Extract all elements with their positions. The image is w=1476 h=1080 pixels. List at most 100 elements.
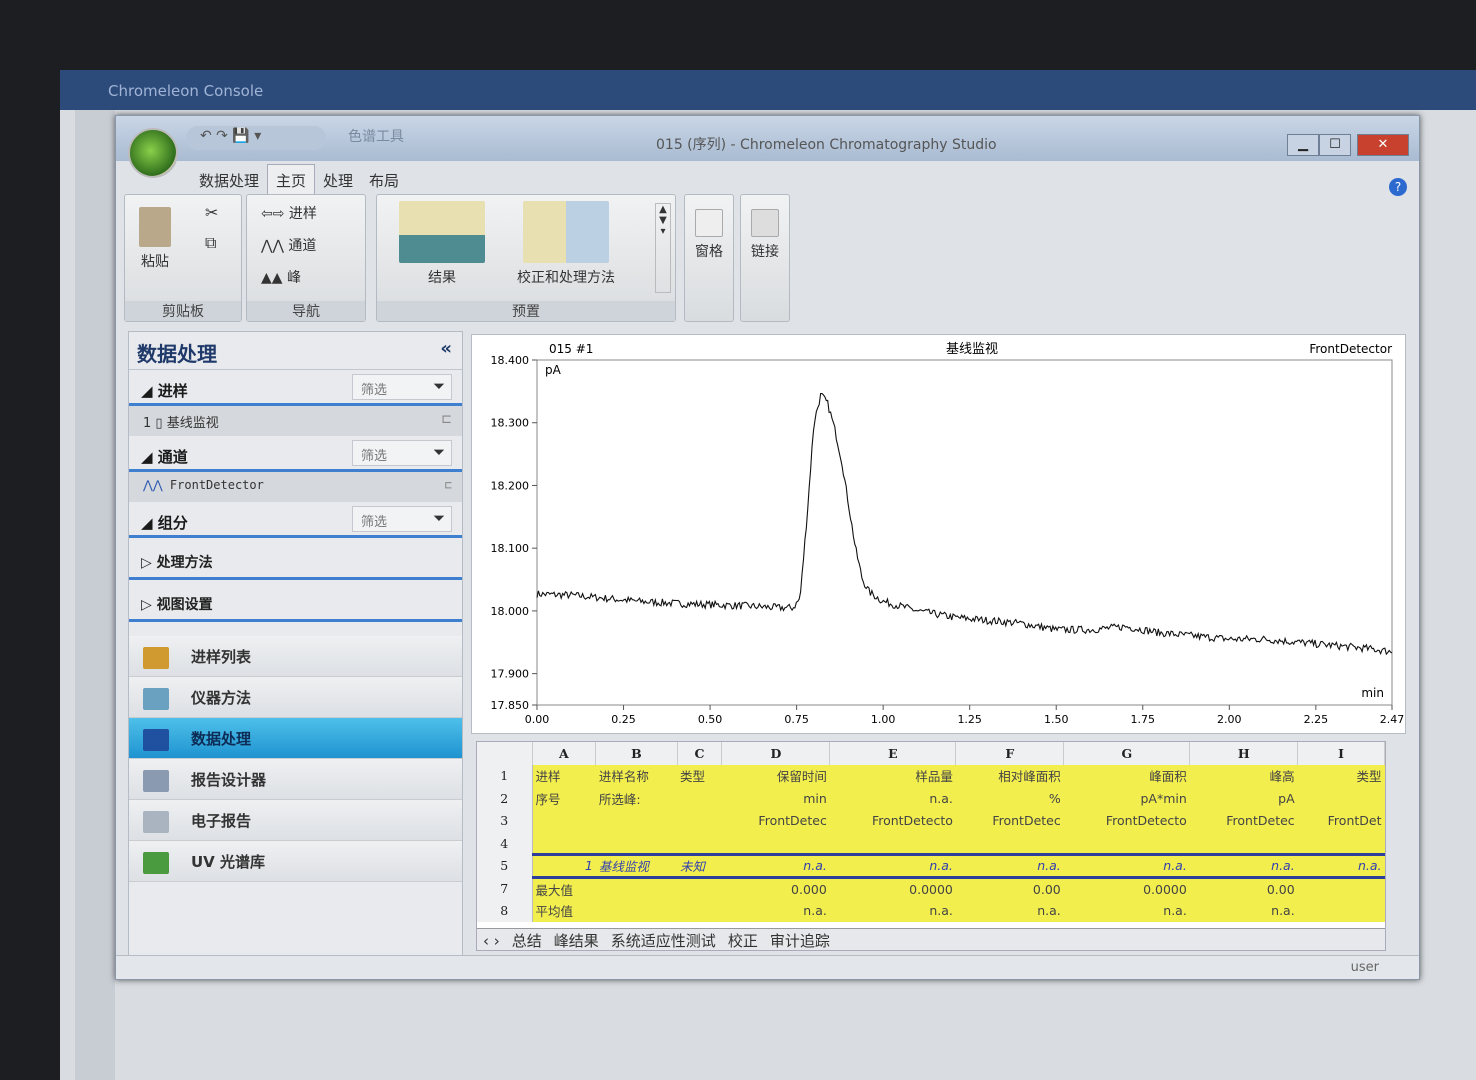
table-cell[interactable]: 类型 [677,764,722,787]
table-cell[interactable]: 峰面积 [1063,764,1190,787]
table-cell[interactable]: 峰高 [1189,764,1298,787]
cut-icon[interactable]: ✂ [205,203,218,222]
table-row[interactable]: 2 序号 所选峰: min n.a.% pA*min pA [477,787,1385,810]
table-cell[interactable] [1297,832,1385,855]
table-cell[interactable]: 保留时间 [721,764,830,787]
table-cell[interactable] [1063,832,1190,855]
tab-home[interactable]: 主页 [267,164,316,196]
results-preset-button[interactable]: 结果 [399,201,485,287]
table-cell[interactable]: n.a. [955,853,1064,879]
sheet-tab[interactable]: 校正 [728,932,758,950]
table-cell[interactable] [677,832,722,855]
table-cell[interactable]: min [721,787,830,810]
section-view-settings[interactable]: ▷ 视图设置 [129,580,462,622]
injection-item[interactable]: 1 ▯ 基线监视 ⊏ [129,406,462,436]
table-cell[interactable] [595,899,678,922]
table-cell[interactable]: 1 [532,853,596,879]
table-cell[interactable]: % [955,787,1064,810]
channel-filter[interactable]: 筛选 ⏷ [352,440,452,466]
table-cell[interactable]: 0.00 [955,877,1064,900]
table-cell[interactable]: n.a. [721,899,830,922]
preset-scroll[interactable]: ▲ ▼ ▾ [655,203,671,293]
table-cell[interactable]: 类型 [1297,764,1385,787]
quick-access-toolbar[interactable]: ↶ ↷ 💾 ▾ [186,126,326,150]
tab-processing[interactable]: 处理 [315,165,361,196]
column-header[interactable]: A [532,742,597,765]
channel-item[interactable]: ⋀⋀ FrontDetector ⊏ [129,472,462,502]
link-button[interactable]: 链接 [745,209,785,261]
injection-filter[interactable]: 筛选 ⏷ [352,374,452,400]
column-header[interactable]: I [1297,742,1385,765]
sheet-tab[interactable]: 系统适应性测试 [611,932,716,950]
table-cell[interactable]: n.a. [955,899,1064,922]
tab-layout[interactable]: 布局 [361,165,407,196]
pane-group[interactable]: 窗格 [684,194,734,322]
table-cell[interactable]: 平均值 [532,899,596,922]
maximize-button[interactable]: ☐ [1319,134,1351,156]
column-header[interactable]: C [677,742,723,765]
sheet-tab[interactable]: 总结 [512,932,542,950]
table-cell[interactable] [595,832,678,855]
column-header[interactable]: G [1063,742,1191,765]
close-button[interactable]: ✕ [1357,134,1409,156]
table-cell[interactable] [1189,832,1298,855]
sheet-scroll-arrows[interactable]: ‹ › [483,932,500,950]
table-row[interactable]: 5 1 基线监视 未知 n.a. n.a. n.a. n.a. n.a. n.a. [477,853,1385,879]
table-cell[interactable]: n.a. [1189,899,1298,922]
pane-button[interactable]: 窗格 [689,209,729,261]
table-cell[interactable] [829,832,956,855]
table-row[interactable]: 1 进样 进样名称 类型 保留时间 样品量 相对峰面积 峰面积 峰高 类型 [477,764,1385,787]
channel-nav-button[interactable]: ⋀⋀ 通道 [261,235,316,255]
table-cell[interactable]: 相对峰面积 [955,764,1064,787]
pin-icon[interactable]: ⊏ [441,412,452,427]
table-cell[interactable]: 0.000 [721,877,830,900]
column-header[interactable]: H [1189,742,1299,765]
table-cell[interactable]: FrontDetec [721,809,830,832]
tab-data-processing[interactable]: 数据处理 [191,165,267,196]
column-header[interactable]: F [955,742,1065,765]
table-row[interactable]: 7 最大值 0.000 0.0000 0.00 0.0000 0.00 [477,877,1385,900]
table-cell[interactable]: FrontDet [1297,809,1385,832]
table-cell[interactable]: 0.00 [1189,877,1298,900]
nav-item[interactable]: 报告设计器 [129,759,462,800]
column-header[interactable]: B [595,742,678,765]
table-cell[interactable] [1297,899,1385,922]
table-cell[interactable] [677,877,722,900]
nav-item[interactable]: 进样列表 [129,636,462,677]
table-cell[interactable] [595,877,678,900]
pin-icon[interactable]: ⊏ [445,478,452,492]
table-cell[interactable]: n.a. [1063,899,1190,922]
calibration-preset-button[interactable]: 校正和处理方法 [517,201,615,287]
table-cell[interactable] [677,787,722,810]
nav-item[interactable]: 数据处理 [129,718,462,759]
table-cell[interactable]: n.a. [1297,853,1385,879]
table-cell[interactable]: FrontDetec [955,809,1064,832]
nav-item[interactable]: 电子报告 [129,800,462,841]
nav-item[interactable]: UV 光谱库 [129,841,462,882]
section-injections[interactable]: ◢ 进样 筛选 ⏷ [129,370,462,406]
table-cell[interactable]: n.a. [829,787,956,810]
table-cell[interactable]: 0.0000 [829,877,956,900]
table-cell[interactable]: n.a. [721,853,830,879]
table-cell[interactable] [532,809,596,832]
table-cell[interactable]: n.a. [829,853,956,879]
app-logo-button[interactable] [128,128,178,178]
nav-item[interactable]: 仪器方法 [129,677,462,718]
table-row[interactable]: 3 FrontDetec FrontDetecto FrontDetec FrontDe… [477,809,1385,832]
table-cell[interactable]: FrontDetec [1189,809,1298,832]
column-header[interactable]: E [829,742,957,765]
table-cell[interactable]: 所选峰: [595,787,678,810]
collapse-icon[interactable]: « [440,338,452,359]
table-cell[interactable]: 最大值 [532,877,596,900]
peak-nav-button[interactable]: ▲▲ 峰 [261,267,301,287]
table-cell[interactable]: 未知 [677,853,722,879]
table-cell[interactable] [1297,877,1385,900]
table-cell[interactable]: FrontDetecto [829,809,956,832]
table-cell[interactable]: 序号 [532,787,596,810]
component-filter[interactable]: 筛选 ⏷ [352,506,452,532]
table-cell[interactable]: 基线监视 [595,853,678,879]
table-cell[interactable] [955,832,1064,855]
copy-icon[interactable]: ⧉ [205,233,216,253]
table-cell[interactable] [721,832,830,855]
injection-nav-button[interactable]: ⇦⇨ 进样 [261,203,317,223]
